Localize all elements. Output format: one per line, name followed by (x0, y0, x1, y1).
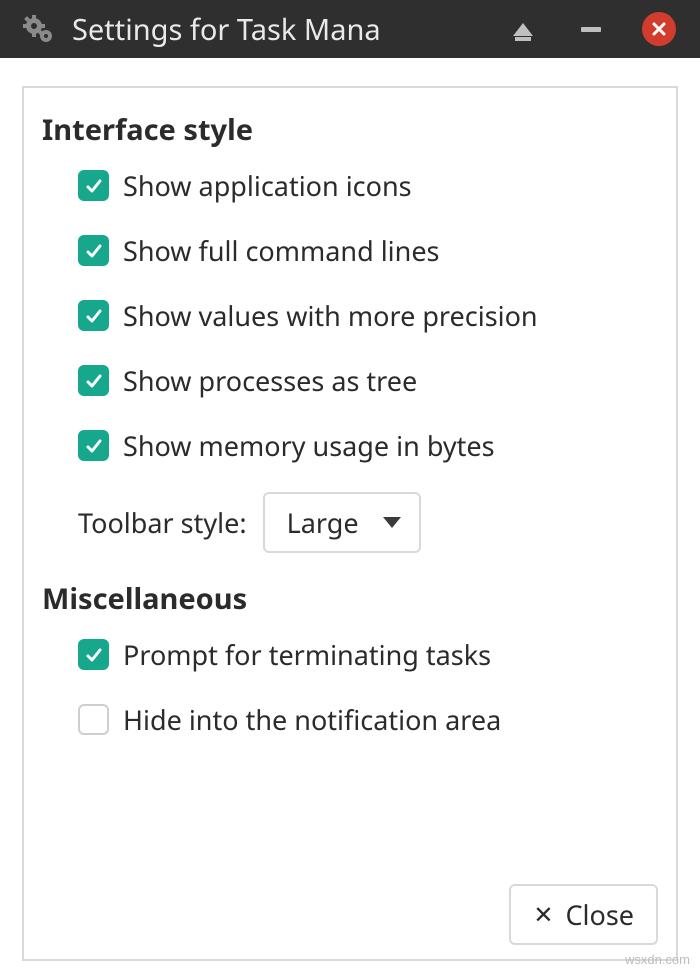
label-hide-tray: Hide into the notification area (123, 701, 501, 738)
watermark: wsxdn.com (625, 952, 690, 967)
minimize-icon (581, 27, 601, 32)
interface-style-heading: Interface style (42, 110, 658, 149)
checkbox-show-precision[interactable] (78, 300, 109, 331)
client-area: Interface style Show application icons S… (0, 58, 700, 973)
gears-icon (22, 13, 54, 45)
label-show-full-cmd: Show full command lines (123, 232, 440, 269)
close-icon (642, 12, 676, 46)
checkbox-show-app-icons[interactable] (78, 170, 109, 201)
close-button[interactable]: ✕ Close (509, 884, 658, 945)
row-hide-tray: Hide into the notification area (78, 701, 658, 738)
row-show-precision: Show values with more precision (78, 297, 658, 334)
dialog-footer: ✕ Close (42, 884, 658, 945)
misc-group: Prompt for terminating tasks Hide into t… (42, 636, 658, 756)
always-on-top-button[interactable] (498, 23, 548, 36)
label-prompt-terminate: Prompt for terminating tasks (123, 636, 491, 673)
checkbox-show-full-cmd[interactable] (78, 235, 109, 266)
settings-panel: Interface style Show application icons S… (22, 86, 678, 961)
row-show-tree: Show processes as tree (78, 362, 658, 399)
checkbox-show-tree[interactable] (78, 365, 109, 396)
checkbox-prompt-terminate[interactable] (78, 639, 109, 670)
toolbar-style-value: Large (287, 504, 359, 541)
checkbox-hide-tray[interactable] (78, 704, 109, 735)
window-title: Settings for Task Mana (72, 10, 381, 49)
triangle-up-icon (513, 23, 533, 36)
minimize-button[interactable] (566, 27, 616, 32)
row-show-app-icons: Show application icons (78, 167, 658, 204)
row-show-bytes: Show memory usage in bytes (78, 427, 658, 464)
label-show-bytes: Show memory usage in bytes (123, 427, 495, 464)
row-toolbar-style: Toolbar style: Large (78, 492, 658, 553)
row-show-full-cmd: Show full command lines (78, 232, 658, 269)
chevron-down-icon (383, 517, 401, 528)
label-show-app-icons: Show application icons (123, 167, 412, 204)
x-icon: ✕ (533, 903, 553, 927)
checkbox-show-bytes[interactable] (78, 430, 109, 461)
close-button-label: Close (565, 896, 634, 933)
label-show-tree: Show processes as tree (123, 362, 417, 399)
titlebar: Settings for Task Mana (0, 0, 700, 58)
settings-window: Settings for Task Mana Interface style (0, 0, 700, 973)
miscellaneous-heading: Miscellaneous (42, 579, 658, 618)
label-toolbar-style: Toolbar style: (78, 504, 247, 541)
interface-group: Show application icons Show full command… (42, 167, 658, 579)
window-close-button[interactable] (634, 12, 684, 46)
row-prompt-terminate: Prompt for terminating tasks (78, 636, 658, 673)
label-show-precision: Show values with more precision (123, 297, 538, 334)
toolbar-style-combobox[interactable]: Large (263, 492, 421, 553)
